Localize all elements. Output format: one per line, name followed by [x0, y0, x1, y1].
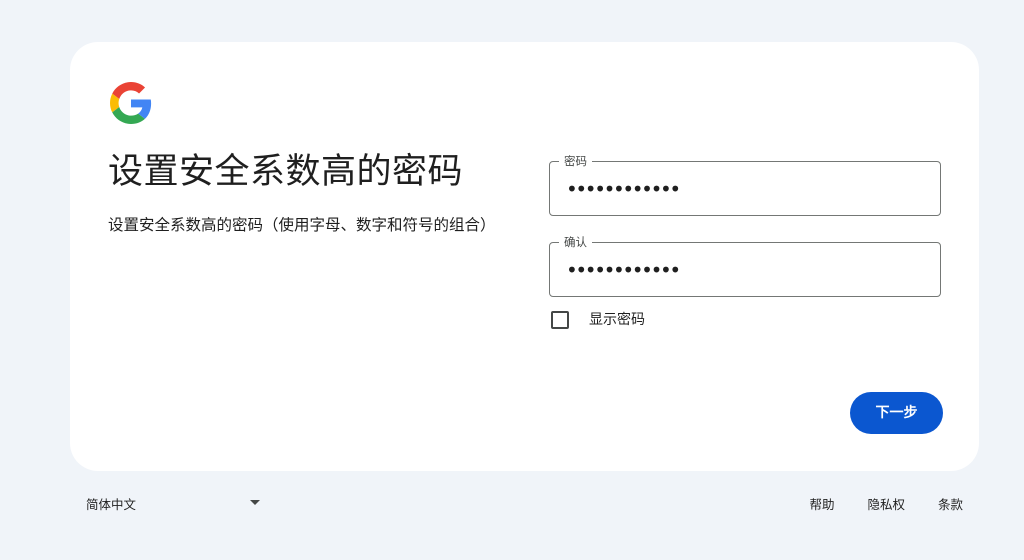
show-password-row[interactable]: 显示密码	[551, 309, 645, 331]
caret-down-icon	[250, 500, 260, 505]
password-field[interactable]: 密码 ••••••••••••	[549, 153, 941, 216]
language-select-value: 简体中文	[86, 496, 137, 512]
footer: 简体中文 帮助 隐私权 条款	[70, 490, 979, 516]
footer-links: 帮助 隐私权 条款	[776, 490, 963, 516]
confirm-field-value[interactable]: ••••••••••••	[566, 256, 681, 284]
help-link[interactable]: 帮助	[809, 494, 834, 513]
password-field-label: 密码	[559, 153, 592, 169]
privacy-link[interactable]: 隐私权	[867, 494, 905, 513]
google-g-logo-icon	[110, 82, 152, 124]
signup-card: 设置安全系数高的密码 设置安全系数高的密码（使用字母、数字和符号的组合） 密码 …	[70, 42, 979, 471]
password-field-value[interactable]: ••••••••••••	[566, 175, 681, 203]
confirm-password-field[interactable]: 确认 ••••••••••••	[549, 234, 941, 297]
page-title: 设置安全系数高的密码	[108, 152, 464, 192]
show-password-label[interactable]: 显示密码	[589, 310, 645, 330]
page-subtitle: 设置安全系数高的密码（使用字母、数字和符号的组合）	[108, 216, 496, 234]
show-password-checkbox[interactable]	[551, 311, 569, 329]
language-select[interactable]: 简体中文	[70, 490, 262, 516]
confirm-field-label: 确认	[559, 234, 592, 250]
next-button[interactable]: 下一步	[850, 392, 943, 434]
terms-link[interactable]: 条款	[938, 494, 963, 513]
